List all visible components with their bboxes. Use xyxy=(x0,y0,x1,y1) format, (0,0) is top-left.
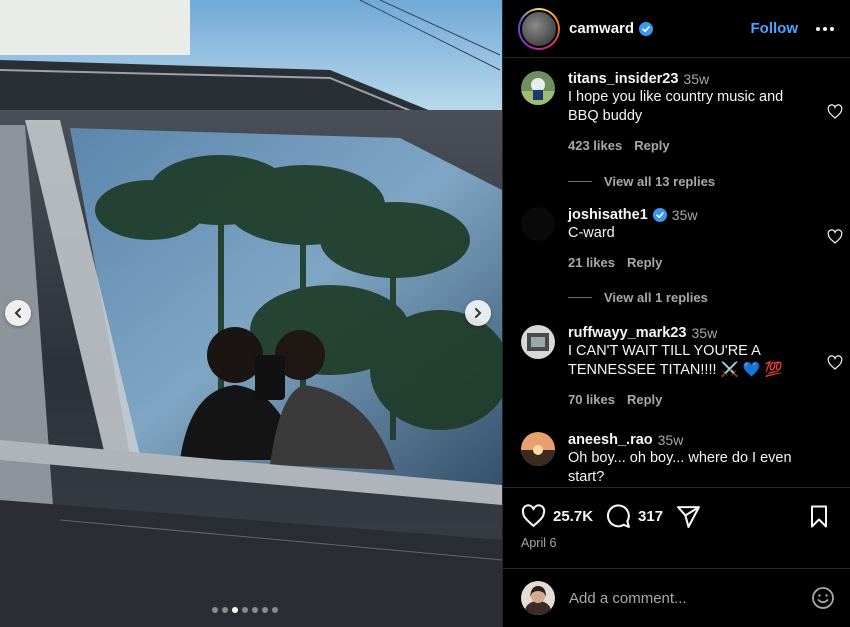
like-count[interactable]: 25.7K xyxy=(553,508,593,525)
share-icon[interactable] xyxy=(676,504,701,529)
comment-text: Oh boy... oh boy... where do I even start… xyxy=(568,450,792,485)
comment-likes[interactable]: 21 likes xyxy=(568,255,615,270)
comment-item: joshisathe1 35w C-ward 21 likes Reply xyxy=(503,207,850,270)
comment-text: C-ward xyxy=(568,225,615,241)
reply-button[interactable]: Reply xyxy=(634,138,669,153)
comment-username[interactable]: joshisathe1 xyxy=(568,207,648,223)
comment-timestamp[interactable]: 35w xyxy=(658,432,684,448)
verified-icon xyxy=(652,208,667,222)
author-username[interactable]: camward xyxy=(569,20,634,37)
author-username-group[interactable]: camward xyxy=(569,20,654,37)
follow-button[interactable]: Follow xyxy=(751,20,799,37)
carousel-dot xyxy=(212,607,218,613)
comment-text: I CAN'T WAIT TILL YOU'RE A TENNESSEE TITA… xyxy=(568,343,783,378)
carousel-dot xyxy=(222,607,228,613)
comment-timestamp[interactable]: 35w xyxy=(692,325,718,341)
post-panel: camward Follow titans_insider23 35w I ho… xyxy=(502,0,850,627)
carousel-dot xyxy=(232,607,238,613)
post-media[interactable] xyxy=(0,0,502,627)
chevron-left-icon xyxy=(14,308,21,318)
author-avatar[interactable] xyxy=(518,7,560,50)
commenter-avatar[interactable] xyxy=(521,207,555,241)
previous-photo-button[interactable] xyxy=(5,300,31,326)
current-user-avatar xyxy=(521,581,555,615)
reply-button[interactable]: Reply xyxy=(627,255,662,270)
comment-username[interactable]: ruffwayy_mark23 xyxy=(568,325,687,341)
heart-icon[interactable] xyxy=(521,504,546,529)
chevron-right-icon xyxy=(475,308,482,318)
post-photo xyxy=(0,0,502,627)
carousel-dot xyxy=(272,607,278,613)
more-options-icon[interactable] xyxy=(816,26,836,31)
verified-icon xyxy=(639,21,654,36)
comment-item: aneesh_.rao 35w Oh boy... oh boy... wher… xyxy=(503,432,850,487)
post-date: April 6 xyxy=(521,536,557,550)
comment-item: titans_insider23 35w I hope you like cou… xyxy=(503,71,850,153)
carousel-dot xyxy=(252,607,258,613)
emoji-icon[interactable] xyxy=(811,586,835,610)
next-photo-button[interactable] xyxy=(465,300,491,326)
commenter-avatar[interactable] xyxy=(521,325,555,359)
comment-username[interactable]: titans_insider23 xyxy=(568,71,678,87)
carousel-dot xyxy=(262,607,268,613)
comment-timestamp[interactable]: 35w xyxy=(683,71,709,87)
add-comment-input[interactable] xyxy=(569,589,811,607)
comment-item: ruffwayy_mark23 35w I CAN'T WAIT TILL YO… xyxy=(503,325,850,407)
heart-icon[interactable] xyxy=(827,229,843,245)
comments-list[interactable]: titans_insider23 35w I hope you like cou… xyxy=(503,59,850,487)
comment-likes[interactable]: 70 likes xyxy=(568,392,615,407)
carousel-dot xyxy=(242,607,248,613)
comment-likes[interactable]: 423 likes xyxy=(568,138,622,153)
comment-icon[interactable] xyxy=(606,504,631,529)
comment-count[interactable]: 317 xyxy=(638,508,663,525)
carousel-indicator xyxy=(212,607,278,613)
view-replies-button[interactable]: View all 13 replies xyxy=(568,174,715,189)
post-header: camward Follow xyxy=(503,0,850,58)
add-comment-bar xyxy=(503,568,850,627)
heart-icon[interactable] xyxy=(827,104,843,120)
comment-username[interactable]: aneesh_.rao xyxy=(568,432,653,448)
view-replies-button[interactable]: View all 1 replies xyxy=(568,290,708,305)
commenter-avatar[interactable] xyxy=(521,71,555,105)
commenter-avatar[interactable] xyxy=(521,432,555,466)
bookmark-icon[interactable] xyxy=(807,504,831,529)
heart-icon[interactable] xyxy=(827,355,843,371)
comment-timestamp[interactable]: 35w xyxy=(672,207,698,223)
comment-text: I hope you like country music and BBQ bud… xyxy=(568,89,784,124)
post-actions: 25.7K 317 April 6 xyxy=(503,487,850,567)
reply-button[interactable]: Reply xyxy=(627,392,662,407)
